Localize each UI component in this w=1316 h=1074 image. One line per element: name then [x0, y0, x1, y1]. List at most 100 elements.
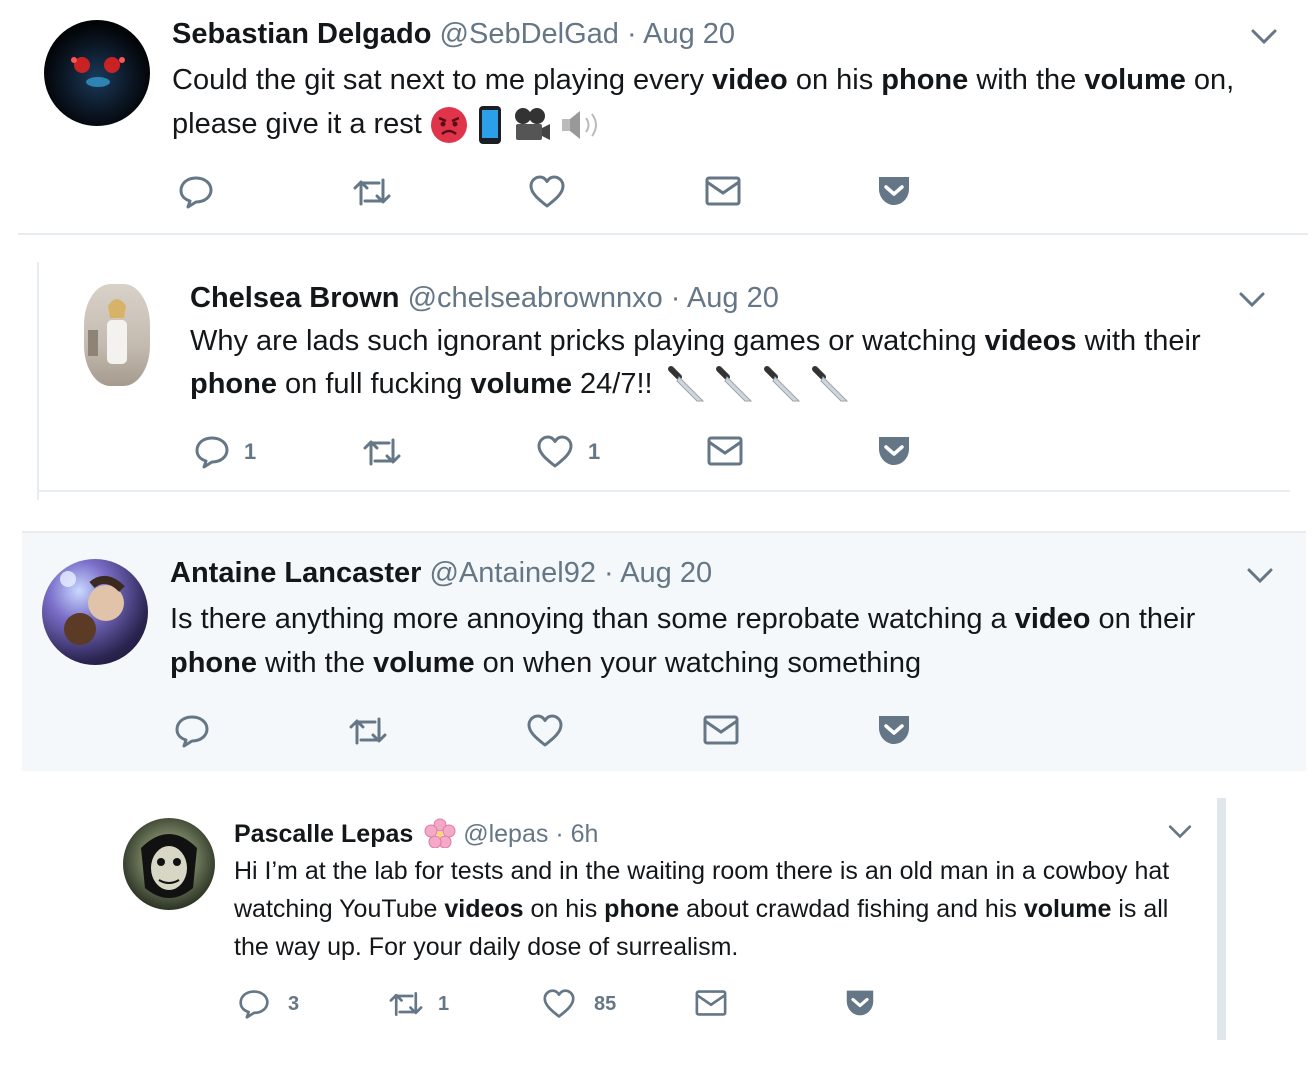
pocket-button[interactable] [876, 713, 912, 747]
heart-icon [543, 989, 575, 1018]
display-name[interactable]: Pascalle Lepas [234, 820, 413, 848]
envelope-icon [707, 436, 743, 466]
tweet-header: Sebastian Delgado @SebDelGad · Aug 20 [172, 18, 735, 51]
separator: · [626, 18, 637, 50]
like-button[interactable] [528, 174, 580, 210]
envelope-icon [703, 715, 739, 745]
reply-icon [179, 176, 213, 209]
tweet-text-body: Is there anything more annoying than som… [170, 603, 1195, 679]
pocket-icon [879, 177, 909, 205]
tweet-text: Hi I’m at the lab for tests and in the w… [234, 852, 1194, 966]
heart-icon [527, 714, 563, 747]
like-button[interactable]: 85 [542, 988, 616, 1020]
pocket-button[interactable] [844, 988, 876, 1018]
direct-message-button[interactable] [706, 434, 744, 468]
text-segment: on his [787, 64, 882, 96]
username[interactable]: @chelseabrownnxo [408, 282, 663, 314]
tweet-text: Could the git sat next to me playing eve… [172, 58, 1282, 146]
direct-message-button[interactable] [694, 988, 728, 1018]
avatar[interactable] [123, 818, 215, 910]
avatar-image [88, 299, 127, 364]
timestamp[interactable]: Aug 20 [620, 557, 712, 589]
tweet-text-body: Could the git sat next to me playing eve… [172, 64, 1234, 140]
speaker-icon [562, 111, 598, 140]
avatar[interactable] [84, 284, 150, 386]
angry-face-icon [430, 107, 467, 144]
retweet-icon [353, 178, 391, 206]
username[interactable]: @lepas [463, 820, 548, 848]
tweet-header: Antaine Lancaster @Antainel92 · Aug 20 [170, 557, 712, 590]
movie-camera-icon [515, 108, 551, 141]
separator: · [670, 282, 681, 314]
avatar[interactable] [44, 20, 150, 126]
highlighted-keyword: phone [881, 64, 969, 96]
tweet-highlighted[interactable]: Antaine Lancaster @Antainel92 · Aug 20 I… [22, 531, 1306, 771]
tweet[interactable]: Pascalle Lepas @lepas · 6h Hi I’m at the… [100, 800, 1220, 1040]
text-segment: on full fucking [277, 368, 471, 400]
text-segment: with their [1076, 325, 1201, 357]
direct-message-button[interactable] [702, 713, 740, 747]
chevron-down-icon[interactable] [1167, 824, 1193, 845]
like-count: 85 [594, 992, 617, 1015]
highlighted-keyword: video [712, 64, 788, 96]
display-name[interactable]: Sebastian Delgado [172, 18, 431, 50]
text-segment: on when your watching something [474, 647, 922, 679]
pocket-icon [879, 437, 909, 465]
knife-icon [715, 366, 752, 402]
timestamp[interactable]: Aug 20 [687, 282, 779, 314]
tweet-text: Is there anything more annoying than som… [170, 597, 1280, 685]
highlighted-keyword: video [1014, 603, 1091, 635]
reply-count: 1 [244, 439, 257, 464]
tweet[interactable]: Sebastian Delgado @SebDelGad · Aug 20 Co… [0, 0, 1316, 234]
reply-icon [175, 715, 209, 748]
tweet[interactable]: Chelsea Brown @chelseabrownnxo · Aug 20 … [40, 262, 1290, 490]
reply-button[interactable]: 1 [194, 434, 256, 470]
scrollbar-track[interactable] [1217, 798, 1226, 1040]
retweet-button[interactable]: 1 [388, 988, 449, 1020]
chevron-down-icon[interactable] [1238, 291, 1266, 314]
envelope-icon [705, 176, 741, 206]
reply-button[interactable]: 3 [238, 988, 299, 1020]
tweet-header: Chelsea Brown @chelseabrownnxo · Aug 20 [190, 282, 779, 315]
retweet-button[interactable] [362, 434, 416, 470]
chevron-down-icon[interactable] [1246, 567, 1274, 590]
display-name[interactable]: Antaine Lancaster [170, 557, 421, 589]
pocket-button[interactable] [876, 174, 912, 208]
text-segment: about crawdad fishing and his [679, 895, 1024, 923]
direct-message-button[interactable] [704, 174, 742, 208]
separator: · [604, 557, 614, 589]
display-name[interactable]: Chelsea Brown [190, 282, 400, 314]
avatar-image [71, 57, 125, 87]
like-button[interactable] [526, 713, 578, 749]
text-segment: on his [523, 895, 605, 923]
reply-icon [239, 990, 269, 1019]
avatar[interactable] [42, 559, 148, 665]
timestamp[interactable]: Aug 20 [643, 18, 735, 50]
text-segment: on their [1090, 603, 1196, 635]
reply-button[interactable] [174, 713, 224, 749]
username[interactable]: @SebDelGad [440, 18, 619, 50]
avatar-image [60, 571, 125, 645]
like-button[interactable]: 1 [536, 434, 600, 470]
knife-icon [811, 366, 849, 402]
reply-button[interactable] [178, 174, 228, 210]
heart-icon [537, 435, 573, 468]
pocket-button[interactable] [876, 434, 912, 468]
tweet-actions [172, 174, 932, 214]
retweet-button[interactable] [348, 713, 402, 749]
text-segment: with the [257, 647, 374, 679]
username[interactable]: @Antainel92 [429, 557, 596, 589]
highlighted-keyword: phone [190, 368, 277, 400]
retweet-button[interactable] [352, 174, 406, 210]
knife-icon [763, 366, 801, 402]
text-segment: Could the git sat next to me playing eve… [172, 64, 713, 96]
text-segment: with the [968, 64, 1085, 96]
cherry-blossom-icon [424, 818, 456, 848]
timestamp[interactable]: 6h [571, 820, 599, 848]
chevron-down-icon[interactable] [1250, 28, 1278, 51]
text-segment: Is there anything more annoying than som… [170, 603, 1015, 635]
text-segment: Why are lads such ignorant pricks playin… [190, 325, 985, 357]
highlighted-keyword: volume [470, 368, 572, 400]
tweet-divider [18, 233, 1308, 235]
tweet-actions [174, 713, 934, 753]
